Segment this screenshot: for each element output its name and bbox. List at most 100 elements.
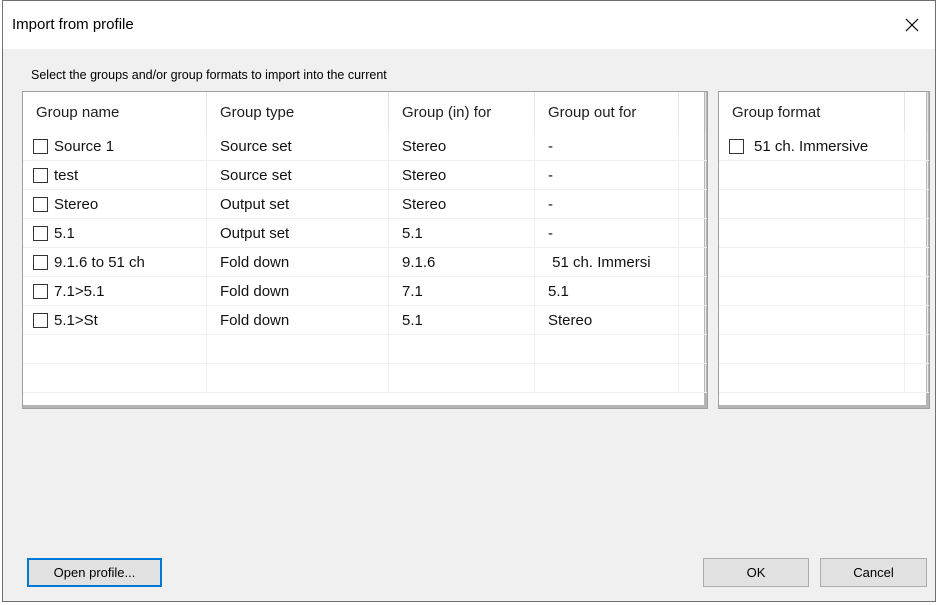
- empty-cell: [719, 335, 905, 364]
- empty-cell: [535, 335, 679, 364]
- dialog-title: Import from profile: [12, 16, 134, 33]
- group-checkbox[interactable]: [33, 226, 48, 241]
- group-in-for-cell: 5.1: [389, 306, 535, 335]
- empty-cell: [719, 364, 905, 393]
- group-type-text: Source set: [220, 167, 292, 184]
- group-type-cell: Output set: [207, 190, 389, 219]
- table-row[interactable]: 7.1>5.1 Fold down 7.1 5.1: [23, 277, 707, 306]
- column-header-group-name[interactable]: Group name: [23, 92, 207, 132]
- formats-header: Group format: [719, 92, 929, 132]
- empty-cell: [719, 277, 905, 306]
- column-header-group-out-for[interactable]: Group out for: [535, 92, 679, 132]
- empty-cell: [905, 248, 928, 277]
- group-in-for-cell: Stereo: [389, 132, 535, 161]
- group-in-for-text: Stereo: [402, 196, 447, 213]
- empty-cell: [535, 364, 679, 393]
- empty-cell: [905, 335, 928, 364]
- group-name-text: 7.1>5.1: [54, 283, 105, 300]
- group-out-for-text: -: [548, 196, 553, 213]
- empty-cell: [679, 190, 706, 219]
- empty-cell: [679, 132, 706, 161]
- empty-row: [719, 190, 929, 219]
- empty-cell: [905, 161, 928, 190]
- table-row[interactable]: test Source set Stereo -: [23, 161, 707, 190]
- group-out-for-text: -: [548, 138, 553, 155]
- empty-cell: [679, 306, 706, 335]
- empty-row: [23, 335, 707, 364]
- table-row[interactable]: Stereo Output set Stereo -: [23, 190, 707, 219]
- table-row[interactable]: 5.1 Output set 5.1 -: [23, 219, 707, 248]
- import-dialog: Import from profile Select the groups an…: [2, 0, 936, 602]
- group-type-text: Fold down: [220, 254, 290, 271]
- table-row[interactable]: 5.1>St Fold down 5.1 Stereo: [23, 306, 707, 335]
- empty-row: [719, 335, 929, 364]
- group-type-text: Source set: [220, 138, 292, 155]
- ok-button[interactable]: OK: [703, 558, 809, 587]
- column-header-group-format[interactable]: Group format: [719, 92, 905, 132]
- empty-row: [719, 306, 929, 335]
- group-name-cell: Source 1: [23, 132, 207, 161]
- table-row[interactable]: 9.1.6 to 51 ch Fold down 9.1.6 51 ch. Imme…: [23, 248, 707, 277]
- group-out-for-cell: 5.1: [535, 277, 679, 306]
- group-type-cell: Source set: [207, 132, 389, 161]
- group-name-cell: test: [23, 161, 207, 190]
- formats-rows: 51 ch. Immersive: [719, 132, 929, 393]
- instruction-text: Select the groups and/or group formats t…: [31, 68, 387, 82]
- empty-cell: [905, 364, 928, 393]
- column-header-filler: [679, 92, 706, 132]
- group-checkbox[interactable]: [33, 139, 48, 154]
- groups-header: Group name Group type Group (in) for Gro…: [23, 92, 707, 132]
- group-in-for-text: 9.1.6: [402, 254, 436, 271]
- format-checkbox[interactable]: [729, 139, 744, 154]
- group-type-cell: Output set: [207, 219, 389, 248]
- group-checkbox[interactable]: [33, 168, 48, 183]
- group-in-for-text: 5.1: [402, 225, 423, 242]
- empty-cell: [679, 335, 706, 364]
- empty-row: [719, 277, 929, 306]
- group-name-cell: Stereo: [23, 190, 207, 219]
- group-checkbox[interactable]: [33, 197, 48, 212]
- group-checkbox[interactable]: [33, 284, 48, 299]
- table-row[interactable]: Source 1 Source set Stereo -: [23, 132, 707, 161]
- open-profile-button[interactable]: Open profile...: [27, 558, 162, 587]
- empty-cell: [207, 364, 389, 393]
- group-format-cell: 51 ch. Immersive: [719, 132, 905, 161]
- empty-cell: [905, 190, 928, 219]
- empty-row: [719, 364, 929, 393]
- empty-cell: [905, 219, 928, 248]
- group-type-text: Output set: [220, 196, 290, 213]
- group-in-for-text: Stereo: [402, 167, 447, 184]
- cancel-button[interactable]: Cancel: [820, 558, 927, 587]
- group-in-for-cell: 7.1: [389, 277, 535, 306]
- list-item[interactable]: 51 ch. Immersive: [719, 132, 929, 161]
- close-button[interactable]: [889, 1, 935, 49]
- group-name-cell: 7.1>5.1: [23, 277, 207, 306]
- group-checkbox[interactable]: [33, 255, 48, 270]
- close-icon: [905, 18, 919, 32]
- group-type-cell: Fold down: [207, 277, 389, 306]
- empty-cell: [679, 161, 706, 190]
- group-in-for-cell: Stereo: [389, 161, 535, 190]
- empty-cell: [905, 306, 928, 335]
- group-in-for-text: 5.1: [402, 312, 423, 329]
- group-type-cell: Fold down: [207, 248, 389, 277]
- empty-cell: [389, 364, 535, 393]
- group-checkbox[interactable]: [33, 313, 48, 328]
- groups-list[interactable]: Group name Group type Group (in) for Gro…: [22, 91, 708, 409]
- column-header-group-in-for[interactable]: Group (in) for: [389, 92, 535, 132]
- column-header-filler: [905, 92, 928, 132]
- empty-cell: [23, 335, 207, 364]
- group-in-for-cell: Stereo: [389, 190, 535, 219]
- group-type-cell: Fold down: [207, 306, 389, 335]
- group-name-cell: 5.1>St: [23, 306, 207, 335]
- empty-cell: [719, 190, 905, 219]
- formats-list[interactable]: Group format 51 ch. Immersive: [718, 91, 930, 409]
- empty-cell: [905, 277, 928, 306]
- empty-cell: [719, 161, 905, 190]
- group-out-for-text: -: [548, 225, 553, 242]
- empty-cell: [679, 219, 706, 248]
- group-out-for-cell: -: [535, 219, 679, 248]
- group-in-for-cell: 9.1.6: [389, 248, 535, 277]
- column-header-group-type[interactable]: Group type: [207, 92, 389, 132]
- empty-cell: [389, 335, 535, 364]
